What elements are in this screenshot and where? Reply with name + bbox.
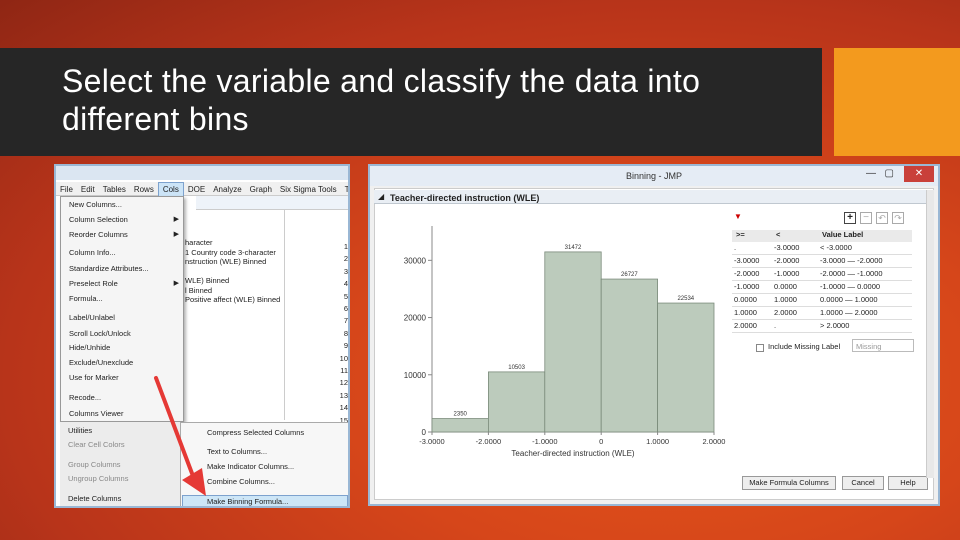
table-toolbar: + − ↶ ↷ (844, 212, 912, 226)
table-cell[interactable]: -1.0000 (734, 282, 759, 291)
dialog-title: Binning - JMP (625, 171, 683, 181)
bin-table-row[interactable]: -3.0000 -2.0000 -3.0000 — -2.0000 (732, 256, 912, 268)
x-tick-label: 2.0000 (703, 437, 726, 446)
disclosure-icon[interactable]: ◢ (378, 192, 384, 201)
bar-data-label: 10503 (508, 365, 525, 371)
table-cell[interactable]: -2.0000 (774, 256, 799, 265)
close-icon[interactable]: ✕ (904, 166, 934, 182)
table-cell[interactable]: -1.0000 — 0.0000 (820, 282, 880, 291)
histogram-bar (657, 302, 715, 433)
minimize-icon[interactable]: — (866, 168, 876, 179)
cols-menu-screenshot: File Edit Tables Rows Cols DOE Analyze Graph Six… (54, 164, 350, 508)
histogram-chart: 0 10000 20000 30000 2350 10503 31472 26727 22534… (404, 226, 726, 458)
table-cell[interactable]: 2.0000 (774, 308, 797, 317)
table-cell[interactable]: 1.0000 — 2.0000 (820, 308, 878, 317)
y-tick-label: 30000 (404, 256, 427, 265)
undo-icon[interactable]: ↶ (876, 212, 888, 224)
slide-title: Select the variable and classify the dat… (62, 63, 701, 137)
histogram-bar (544, 251, 602, 433)
table-cell[interactable]: > 2.0000 (820, 321, 849, 330)
x-axis-label: Teacher-directed instruction (WLE) (511, 449, 634, 458)
remove-row-icon[interactable]: − (860, 212, 872, 224)
table-cell[interactable]: 1.0000 (734, 308, 757, 317)
red-arrow (154, 376, 206, 496)
help-button[interactable]: Help (888, 476, 928, 490)
cancel-button[interactable]: Cancel (842, 476, 884, 490)
x-tick-label: -1.0000 (532, 437, 557, 446)
bin-table-header: >= < Value Label (732, 230, 912, 242)
bin-table-row[interactable]: . -3.0000 < -3.0000 (732, 243, 912, 255)
table-cell[interactable]: -3.0000 — -2.0000 (820, 256, 883, 265)
histogram-bar (600, 278, 658, 433)
table-cell[interactable]: -3.0000 (774, 243, 799, 252)
include-missing-label: Include Missing Label (768, 342, 841, 351)
outline-title: Teacher-directed instruction (WLE) (390, 193, 540, 203)
bin-table-row[interactable]: -1.0000 0.0000 -1.0000 — 0.0000 (732, 282, 912, 294)
y-tick-label: 10000 (404, 371, 427, 380)
y-tick-label: 0 (422, 428, 427, 437)
bin-table-row[interactable]: 2.0000. > 2.0000 (732, 321, 912, 333)
bar-data-label: 31472 (565, 245, 582, 251)
table-cell[interactable]: -2.0000 (734, 269, 759, 278)
vertical-scrollbar[interactable] (926, 190, 934, 478)
bin-table-row[interactable]: -2.0000 -1.0000 -2.0000 — -1.0000 (732, 269, 912, 281)
table-cell[interactable]: < -3.0000 (820, 243, 852, 252)
make-formula-columns-button[interactable]: Make Formula Columns (742, 476, 836, 490)
bin-table-row[interactable]: 1.0000 2.0000 1.0000 — 2.0000 (732, 308, 912, 320)
missing-label-input[interactable]: Missing (852, 339, 914, 352)
binning-dialog-screenshot: Binning - JMP — ▢ ✕ ◢ Teacher-directed i… (368, 164, 940, 506)
x-tick-label: 1.0000 (646, 437, 669, 446)
accent-box (834, 48, 960, 156)
y-tick-label: 20000 (404, 314, 427, 323)
table-cell[interactable]: 0.0000 — 1.0000 (820, 295, 878, 304)
x-tick-label: 0 (599, 437, 603, 446)
table-cell[interactable]: 0.0000 (734, 295, 757, 304)
table-header-cell: Value Label (822, 230, 864, 239)
x-tick-label: -2.0000 (476, 437, 501, 446)
table-cell[interactable]: 1.0000 (774, 295, 797, 304)
table-cell[interactable]: -1.0000 (774, 269, 799, 278)
bar-data-label: 2350 (454, 412, 468, 418)
table-cell[interactable]: -3.0000 (734, 256, 759, 265)
x-tick-label: -3.0000 (419, 437, 444, 446)
bar-data-label: 26727 (621, 272, 638, 278)
dialog-titlebar: Binning - JMP — ▢ ✕ (370, 166, 938, 186)
red-triangle-icon[interactable]: ▼ (734, 212, 742, 221)
table-header-cell: < (776, 230, 781, 239)
histogram-bar (488, 371, 546, 433)
table-cell[interactable]: . (734, 243, 736, 252)
table-cell[interactable]: 0.0000 (774, 282, 797, 291)
maximize-icon[interactable]: ▢ (885, 168, 894, 179)
bar-data-label: 22534 (677, 296, 694, 302)
table-cell[interactable]: 2.0000 (734, 321, 757, 330)
table-cell[interactable]: -2.0000 — -1.0000 (820, 269, 883, 278)
include-missing-checkbox[interactable] (756, 344, 764, 352)
histogram-bar (431, 418, 489, 433)
bin-table-row[interactable]: 0.0000 1.0000 0.0000 — 1.0000 (732, 295, 912, 307)
add-row-icon[interactable]: + (844, 212, 856, 224)
table-header-cell: >= (736, 230, 745, 239)
redo-icon[interactable]: ↷ (892, 212, 904, 224)
table-cell[interactable]: . (774, 321, 776, 330)
